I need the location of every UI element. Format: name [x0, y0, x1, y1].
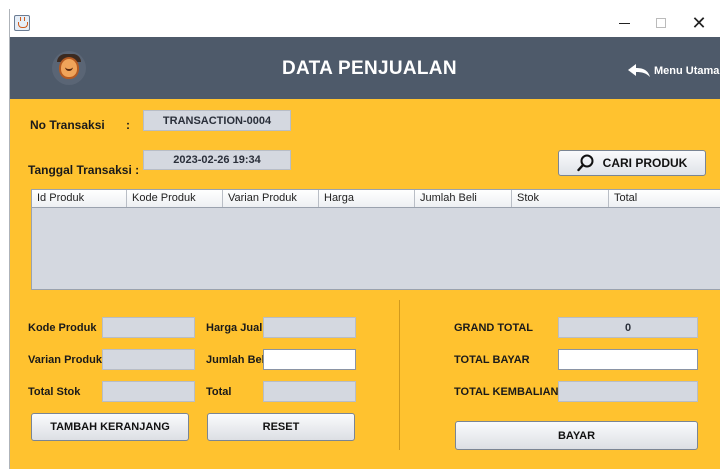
tanggal-transaksi-field: 2023-02-26 19:34: [143, 150, 291, 170]
back-arrow-icon: [628, 64, 650, 77]
column-header-jumlah-beli[interactable]: Jumlah Beli: [415, 190, 512, 207]
column-header-stok[interactable]: Stok: [512, 190, 609, 207]
varian-produk-field: [102, 349, 195, 370]
column-header-total[interactable]: Total: [609, 190, 720, 207]
page-header: DATA PENJUALAN Menu Utama: [10, 37, 720, 99]
total-bayar-input[interactable]: [558, 349, 698, 370]
column-header-varian-produk[interactable]: Varian Produk: [223, 190, 319, 207]
section-divider: [399, 300, 400, 450]
app-window: ✕ DATA PENJUALAN Menu Utama No Transaksi…: [9, 9, 720, 469]
grand-total-field: 0: [558, 317, 698, 338]
close-button[interactable]: ✕: [681, 9, 717, 37]
maximize-button[interactable]: [643, 9, 679, 37]
page-title: DATA PENJUALAN: [282, 58, 457, 79]
search-icon: [576, 154, 594, 172]
window-titlebar: ✕: [10, 9, 720, 37]
kode-produk-label: Kode Produk: [28, 322, 97, 334]
menu-utama-label: Menu Utama: [654, 65, 720, 77]
no-transaksi-label: No Transaksi: [30, 118, 105, 132]
kode-produk-field: [102, 317, 195, 338]
minimize-button[interactable]: [606, 9, 642, 37]
product-table[interactable]: Id Produk Kode Produk Varian Produk Harg…: [31, 189, 720, 290]
harga-jual-label: Harga Jual: [206, 322, 263, 334]
maximize-icon: [656, 18, 666, 28]
jumlah-beli-input[interactable]: [263, 349, 356, 370]
total-kembalian-field: [558, 381, 698, 402]
total-label: Total: [206, 386, 232, 398]
app-logo: [52, 51, 86, 85]
harga-jual-field: [263, 317, 356, 338]
java-app-icon: [14, 15, 30, 31]
close-icon: ✕: [691, 12, 707, 33]
cari-produk-button[interactable]: CARI PRODUK: [558, 150, 706, 176]
tanggal-transaksi-label: Tanggal Transaksi :: [28, 163, 140, 177]
total-stok-label: Total Stok: [28, 386, 81, 398]
total-stok-field: [102, 381, 195, 402]
column-header-harga[interactable]: Harga: [319, 190, 415, 207]
total-field: [263, 381, 356, 402]
varian-produk-label: Varian Produk: [28, 354, 102, 366]
grand-total-label: GRAND TOTAL: [454, 322, 534, 334]
table-header: Id Produk Kode Produk Varian Produk Harg…: [32, 190, 720, 208]
tambah-keranjang-button[interactable]: TAMBAH KERANJANG: [31, 413, 189, 441]
column-header-kode-produk[interactable]: Kode Produk: [127, 190, 223, 207]
cari-produk-label: CARI PRODUK: [602, 156, 688, 170]
minimize-icon: [618, 22, 630, 24]
total-bayar-label: TOTAL BAYAR: [454, 354, 530, 366]
no-transaksi-colon: :: [126, 118, 130, 132]
bayar-button[interactable]: BAYAR: [455, 421, 698, 450]
total-kembalian-label: TOTAL KEMBALIAN: [454, 386, 559, 398]
menu-utama-button[interactable]: Menu Utama: [628, 62, 719, 80]
reset-button[interactable]: RESET: [207, 413, 355, 441]
jumlah-beli-label: Jumlah Beli: [206, 354, 268, 366]
no-transaksi-field: TRANSACTION-0004: [143, 110, 291, 131]
column-header-id-produk[interactable]: Id Produk: [32, 190, 127, 207]
